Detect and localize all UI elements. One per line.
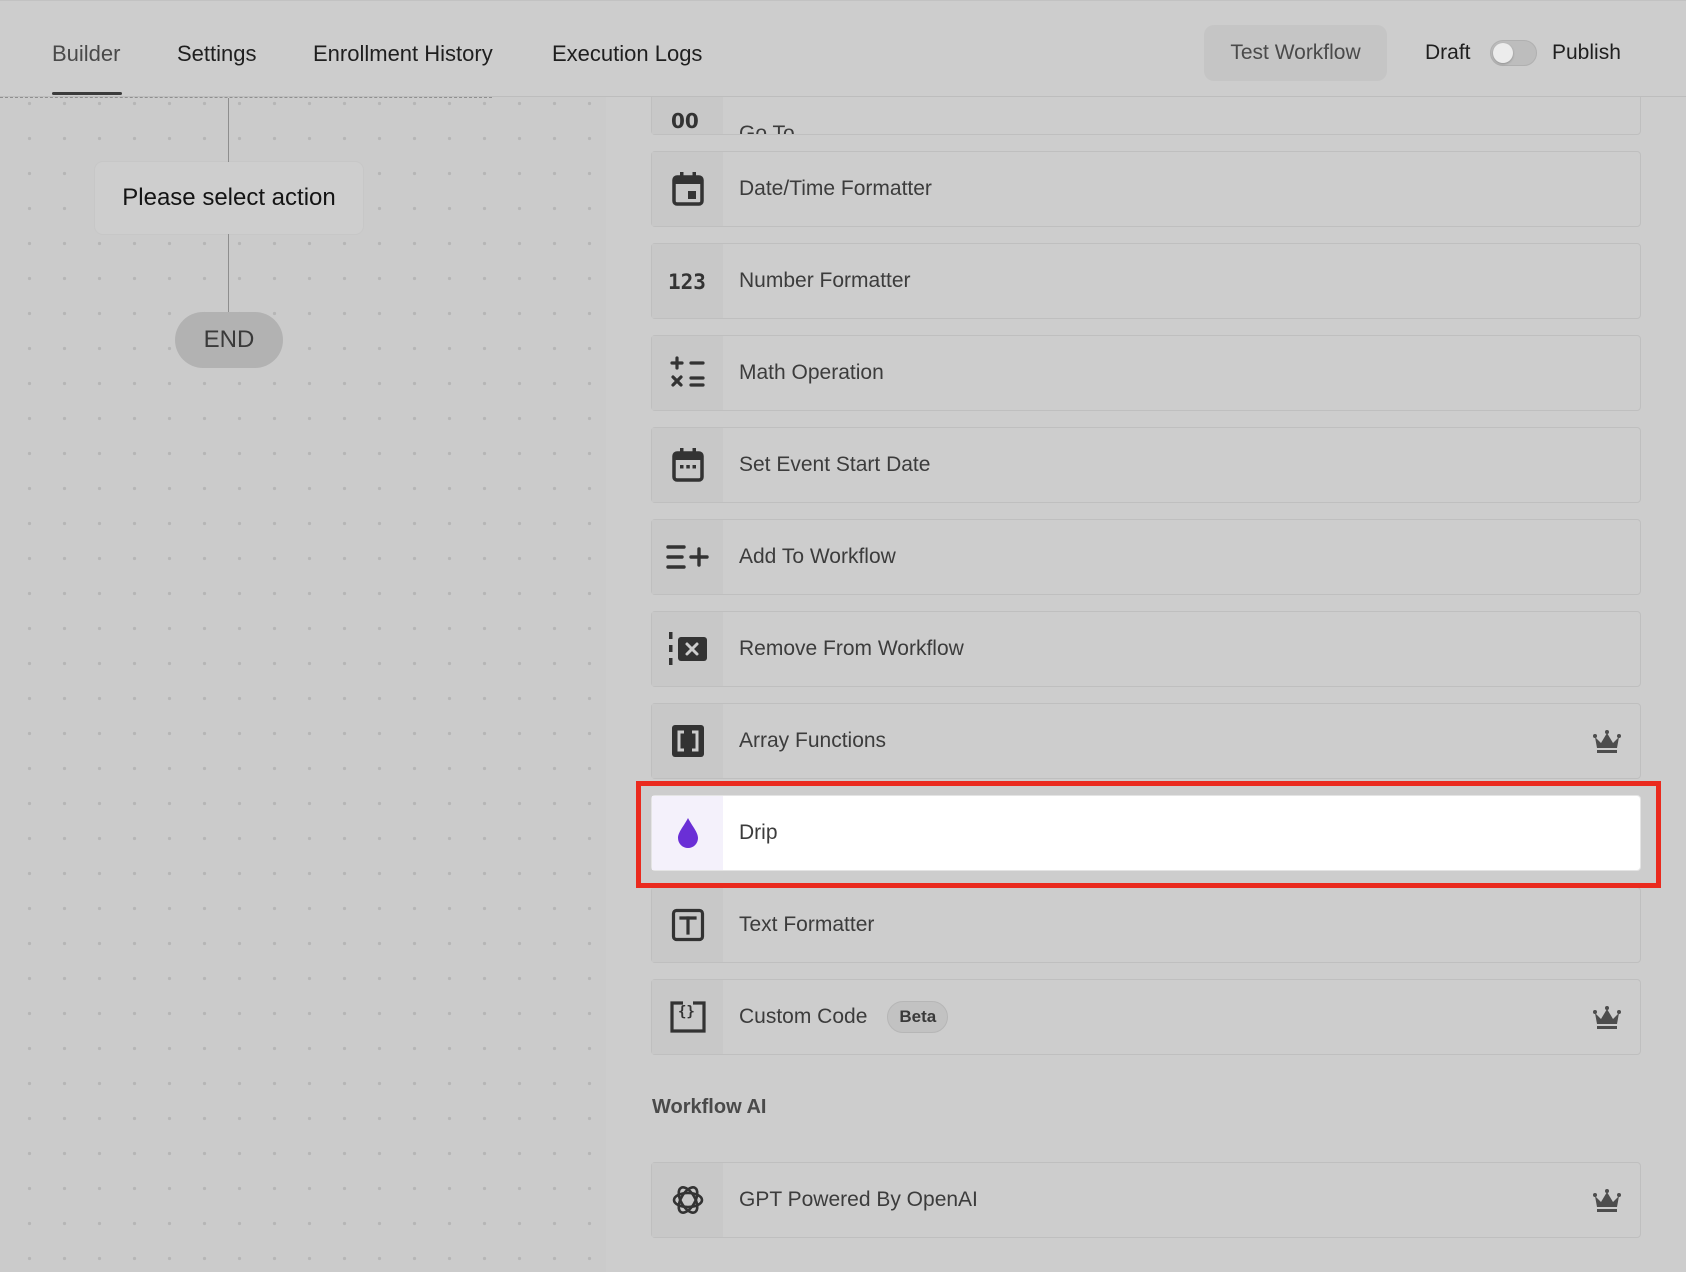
action-item-set-event-start-date[interactable]: Set Event Start Date: [651, 427, 1641, 503]
text-t-icon: [652, 888, 723, 962]
calendar-icon: [652, 152, 723, 226]
publish-toggle[interactable]: [1490, 40, 1537, 66]
svg-text:{}: {}: [678, 1004, 695, 1020]
drop-icon: [652, 796, 723, 870]
section-title-workflow-ai: Workflow AI: [652, 1096, 767, 1118]
event-calendar-icon: [652, 428, 723, 502]
action-item-drip[interactable]: Drip: [651, 795, 1641, 871]
action-item-label: GPT Powered By OpenAI: [739, 1188, 978, 1211]
action-item-label: Text Formatter: [739, 913, 875, 936]
svg-text:00: 00: [671, 110, 699, 130]
action-item-text-formatter[interactable]: Text Formatter: [651, 887, 1641, 963]
action-item-custom-code[interactable]: {} Custom Code Beta: [651, 979, 1641, 1055]
action-item-math-operation[interactable]: Math Operation: [651, 335, 1641, 411]
tab-enrollment-history[interactable]: Enrollment History: [313, 41, 493, 67]
tab-settings[interactable]: Settings: [177, 41, 257, 67]
test-workflow-label: Test Workflow: [1230, 41, 1361, 64]
action-item-label: Array Functions: [739, 729, 887, 752]
array-brackets-icon: [652, 704, 723, 778]
canvas-divider: [0, 97, 492, 98]
action-item-remove-from-workflow[interactable]: Remove From Workflow: [651, 611, 1641, 687]
action-item-label: Go To: [739, 122, 795, 134]
publish-label: Publish: [1552, 41, 1621, 64]
premium-crown-icon: [1592, 728, 1622, 754]
connector-line: [228, 98, 229, 162]
test-workflow-button[interactable]: Test Workflow: [1204, 25, 1387, 81]
end-label: END: [203, 326, 255, 353]
action-item-label: Remove From Workflow: [739, 637, 964, 660]
beta-badge: Beta: [887, 1001, 949, 1033]
list-add-icon: [652, 520, 723, 594]
action-item-gpt-openai[interactable]: GPT Powered By OpenAI: [651, 1162, 1641, 1238]
workflow-canvas[interactable]: Please select action END: [0, 0, 606, 1272]
tab-execution-logs[interactable]: Execution Logs: [552, 41, 702, 67]
connector-line: [228, 234, 229, 312]
select-action-node[interactable]: Please select action: [95, 162, 363, 234]
action-item-label: Date/Time Formatter: [739, 177, 932, 200]
action-item-date-time-formatter[interactable]: Date/Time Formatter: [651, 151, 1641, 227]
action-item-label: Number Formatter: [739, 269, 911, 292]
action-item-label: Add To Workflow: [739, 545, 896, 568]
action-item-add-to-workflow[interactable]: Add To Workflow: [651, 519, 1641, 595]
action-item-label: Drip: [739, 821, 778, 844]
action-item-label: Math Operation: [739, 361, 884, 384]
remove-box-icon: [652, 612, 723, 686]
number-123-icon: 123: [652, 244, 723, 318]
end-node: END: [175, 312, 283, 368]
active-tab-indicator: [52, 92, 122, 95]
toggle-knob: [1493, 43, 1513, 63]
draft-label: Draft: [1425, 41, 1471, 64]
math-operators-icon: [652, 336, 723, 410]
code-braces-icon: {}: [652, 980, 723, 1054]
action-item-number-formatter[interactable]: 123 Number Formatter: [651, 243, 1641, 319]
tab-builder[interactable]: Builder: [52, 41, 120, 67]
action-item-array-functions[interactable]: Array Functions: [651, 703, 1641, 779]
select-action-label: Please select action: [122, 184, 336, 211]
openai-icon: [652, 1163, 723, 1237]
premium-crown-icon: [1592, 1187, 1622, 1213]
top-header: Builder Settings Enrollment History Exec…: [0, 0, 1686, 97]
svg-text:123: 123: [668, 270, 706, 294]
action-item-label: Custom Code: [739, 1005, 868, 1028]
premium-crown-icon: [1592, 1004, 1622, 1030]
action-item-label: Set Event Start Date: [739, 453, 931, 476]
